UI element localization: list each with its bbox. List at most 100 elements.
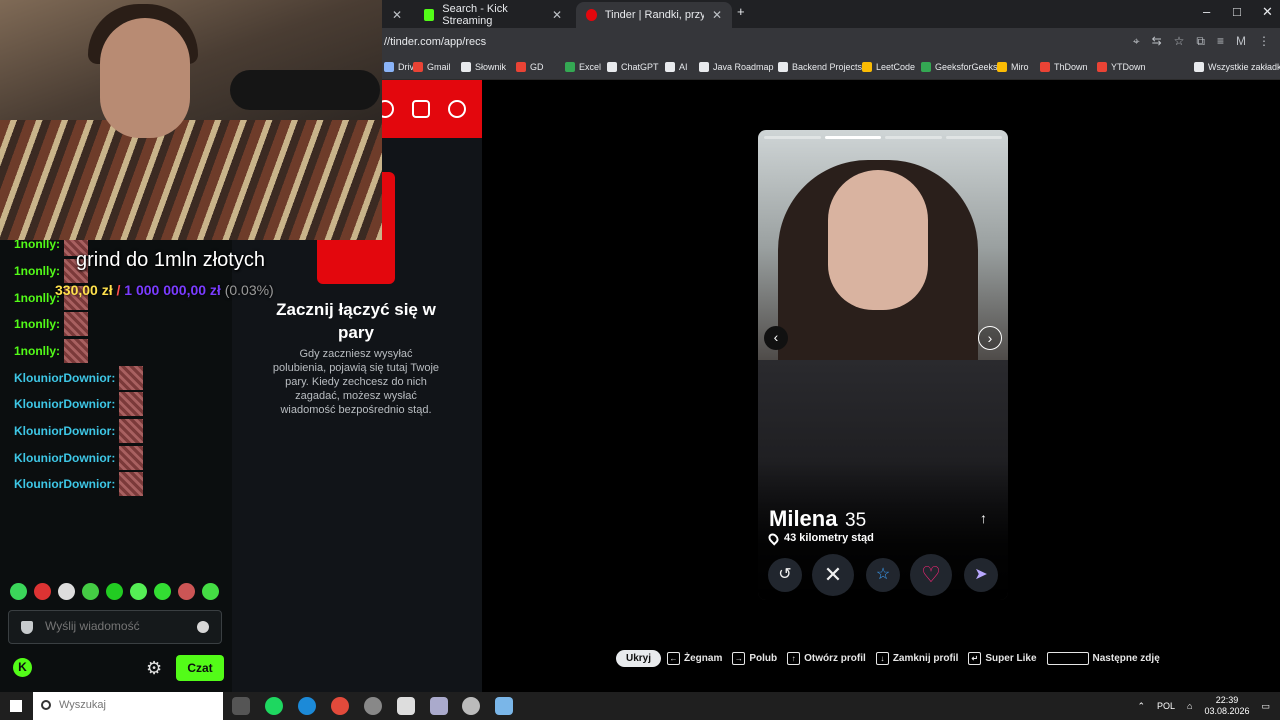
chat-username[interactable]: 1nonlly:: [14, 264, 60, 278]
bookmark-favicon-icon: [413, 62, 423, 72]
chat-message: 1nonlly:: [14, 312, 89, 337]
bookmark-5[interactable]: ChatGPT: [607, 62, 659, 72]
maximize-icon[interactable]: □: [1233, 4, 1241, 19]
bookmark-10[interactable]: GeeksforGeeks: [921, 62, 998, 72]
url-field[interactable]: //tinder.com/app/recs: [384, 36, 486, 48]
chat-input-box[interactable]: [8, 610, 222, 644]
menu-icon[interactable]: ⋮: [1258, 34, 1270, 49]
emote-icon[interactable]: [34, 583, 51, 600]
kick-favicon-icon: [424, 9, 435, 21]
emote-icon[interactable]: [106, 583, 123, 600]
spotify-icon[interactable]: [265, 697, 283, 715]
tab-kick-search[interactable]: Search - Kick Streaming ✕: [414, 2, 572, 28]
next-photo-icon[interactable]: ›: [978, 326, 1002, 350]
open-profile-arrow-icon[interactable]: ↑: [980, 510, 987, 526]
bookmark-label: ChatGPT: [621, 62, 659, 72]
reading-list-icon[interactable]: ≡: [1217, 34, 1224, 49]
bookmark-favicon-icon: [1097, 62, 1107, 72]
emote-icon[interactable]: [178, 583, 195, 600]
bookmark-4[interactable]: Excel: [565, 62, 601, 72]
nope-button[interactable]: ✕: [812, 554, 854, 596]
bookmark-6[interactable]: AI: [665, 62, 688, 72]
new-tab-icon[interactable]: +: [737, 4, 745, 19]
emote-icon[interactable]: [202, 583, 219, 600]
bookmark-favicon-icon: [516, 62, 526, 72]
chat-username[interactable]: KlouniorDownior:: [14, 397, 115, 411]
edge-icon[interactable]: [298, 697, 316, 715]
previous-photo-icon[interactable]: ‹: [764, 326, 788, 350]
tray-chevron-icon[interactable]: ⌃: [1137, 701, 1145, 712]
taskbar-search-input[interactable]: [59, 699, 209, 711]
profile-card[interactable]: ‹ › Milena 35 43 kilometry stąd ↑: [758, 130, 1008, 600]
close-tab-icon[interactable]: ✕: [552, 8, 562, 22]
app-icon[interactable]: [397, 697, 415, 715]
emote-icon[interactable]: [154, 583, 171, 600]
bookmark-1[interactable]: Gmail: [413, 62, 451, 72]
close-tab-icon[interactable]: ✕: [392, 8, 402, 22]
chat-username[interactable]: 1nonlly:: [14, 291, 60, 305]
bookmark-8[interactable]: Backend Projects: [778, 62, 862, 72]
bookmark-7[interactable]: Java Roadmap: [699, 62, 774, 72]
bookmark-2[interactable]: Słownik: [461, 62, 506, 72]
tab-tinder[interactable]: Tinder | Randki, przyjaźni, nowe ✕: [576, 2, 732, 28]
bookmark-label: Gmail: [427, 62, 451, 72]
taskbar-search[interactable]: [33, 692, 223, 720]
bookmark-11[interactable]: Miro: [997, 62, 1029, 72]
tinder-header: [376, 80, 482, 138]
rewind-button[interactable]: ↺: [768, 558, 802, 592]
briefcase-icon[interactable]: [412, 100, 430, 118]
profile-avatar-icon[interactable]: M: [1236, 34, 1246, 49]
chat-username[interactable]: KlouniorDownior:: [14, 424, 115, 438]
bookmark-13[interactable]: YTDown: [1097, 62, 1146, 72]
app-icon[interactable]: [430, 697, 448, 715]
like-button[interactable]: ♡: [910, 554, 952, 596]
settings-icon[interactable]: [462, 697, 480, 715]
tab-tinder-label: Tinder | Randki, przyjaźni, nowe: [604, 9, 704, 21]
app-icon[interactable]: [495, 697, 513, 715]
close-tab-icon[interactable]: ✕: [712, 8, 722, 22]
goal-percent: (0.03%): [224, 282, 274, 298]
chat-username[interactable]: 1nonlly:: [14, 317, 60, 331]
hint-close-profile: ↓ Zamknij profil: [875, 651, 958, 665]
bookmark-label: Miro: [1011, 62, 1029, 72]
tray-language[interactable]: POL: [1157, 701, 1175, 711]
windows-start-icon[interactable]: [10, 700, 22, 712]
chrome-icon[interactable]: [331, 697, 349, 715]
bookmark-12[interactable]: ThDown: [1040, 62, 1088, 72]
app-icon[interactable]: [364, 697, 382, 715]
notifications-icon[interactable]: ▭: [1261, 701, 1270, 712]
emote-icon[interactable]: [58, 583, 75, 600]
kick-logo-icon[interactable]: K: [13, 658, 32, 677]
shield-icon[interactable]: [448, 100, 466, 118]
chat-username[interactable]: 1nonlly:: [14, 344, 60, 358]
chat-username[interactable]: KlouniorDownior:: [14, 477, 115, 491]
boost-button[interactable]: ➤: [964, 558, 998, 592]
emote-icon[interactable]: [82, 583, 99, 600]
hide-hints-button[interactable]: Ukryj: [616, 649, 662, 667]
emoji-icon[interactable]: [197, 621, 209, 633]
bookmark-3[interactable]: GD: [516, 62, 544, 72]
emote-icon[interactable]: [130, 583, 147, 600]
tray-clock[interactable]: 22:39 03.08.2026: [1204, 695, 1249, 717]
bookmark-9[interactable]: LeetCode: [862, 62, 915, 72]
screen: Zacznij łączyć się w pary Gdy zaczniesz …: [0, 0, 1280, 720]
super-like-button[interactable]: ☆: [866, 558, 900, 592]
emote-icon[interactable]: [10, 583, 27, 600]
bookmark-star-icon[interactable]: ☆: [1174, 34, 1185, 49]
chat-message-input[interactable]: [45, 619, 195, 633]
bookmark-14[interactable]: Wszystkie zakładki: [1194, 62, 1280, 72]
network-icon[interactable]: ⌂: [1187, 701, 1192, 711]
close-window-icon[interactable]: ✕: [1262, 4, 1273, 20]
chat-settings-gear-icon[interactable]: ⚙: [146, 658, 162, 679]
extensions-icon[interactable]: ⧉: [1196, 34, 1205, 49]
chat-username[interactable]: KlouniorDownior:: [14, 451, 115, 465]
bookmark-favicon-icon: [997, 62, 1007, 72]
location-icon[interactable]: ⌖: [1133, 34, 1140, 49]
stream-goal-progress: 330,00 zł / 1 000 000,00 zł (0.03%): [55, 282, 274, 298]
minimize-icon[interactable]: –: [1203, 4, 1210, 19]
translate-icon[interactable]: ⇆: [1152, 34, 1162, 49]
task-view-icon[interactable]: [232, 697, 250, 715]
chat-username[interactable]: KlouniorDownior:: [14, 371, 115, 385]
send-chat-button[interactable]: Czat: [176, 655, 224, 681]
hint-open-profile: ↑ Otwórz profil: [787, 651, 866, 665]
